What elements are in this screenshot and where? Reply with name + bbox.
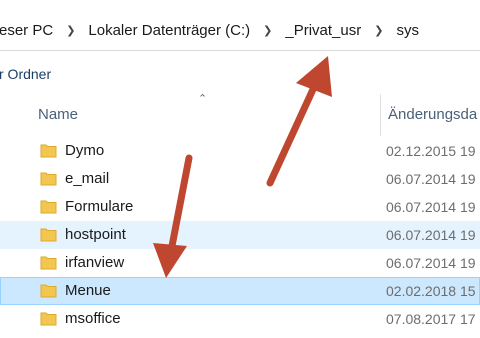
file-date: 06.07.2014 19 [386,199,476,215]
file-date: 06.07.2014 19 [386,255,476,271]
chevron-right-icon[interactable]: ❯ [66,24,75,37]
list-item-menue[interactable]: Menue 02.02.2018 15 [0,277,480,305]
chevron-right-icon[interactable]: ❯ [374,24,383,37]
folder-icon [40,172,57,186]
breadcrumb-this-pc[interactable]: eser PC [0,22,55,39]
breadcrumb-local-disk[interactable]: Lokaler Datenträger (C:) [86,22,252,39]
column-header-name[interactable]: Name [38,106,78,123]
file-date: 02.02.2018 15 [386,283,476,299]
breadcrumb-privat-usr[interactable]: _Privat_usr [283,22,363,39]
list-item-msoffice[interactable]: msoffice 07.08.2017 17 [0,305,480,333]
file-name: e_mail [65,170,110,187]
file-name: Formulare [65,198,134,215]
file-date: 02.12.2015 19 [386,143,476,159]
file-name: msoffice [65,310,121,327]
file-name: Dymo [65,142,105,159]
file-name: irfanview [65,254,125,271]
column-divider[interactable] [380,94,381,136]
folder-icon [40,256,57,270]
folder-icon [40,144,57,158]
chevron-right-icon[interactable]: ❯ [263,24,272,37]
list-item-hostpoint[interactable]: hostpoint 06.07.2014 19 [0,221,480,249]
folder-icon [40,312,57,326]
list-item-e-mail[interactable]: e_mail 06.07.2014 19 [0,165,480,193]
folder-icon [40,284,57,298]
list-item-formulare[interactable]: Formulare 06.07.2014 19 [0,193,480,221]
list-item-irfanview[interactable]: irfanview 06.07.2014 19 [0,249,480,277]
folder-icon [40,200,57,214]
column-header-date[interactable]: Änderungsda [388,106,477,123]
list-item-dymo[interactable]: Dymo 02.12.2015 19 [0,137,480,165]
column-headers: Name ⌃ Änderungsda [0,93,480,136]
file-list: Dymo 02.12.2015 19 e_mail 06.07.2014 19 … [0,137,480,333]
toolbar: r Ordner [0,61,480,86]
file-name: hostpoint [65,226,126,243]
file-date: 06.07.2014 19 [386,227,476,243]
address-bar[interactable]: eser PC ❯ Lokaler Datenträger (C:) ❯ _Pr… [0,10,480,51]
file-date: 06.07.2014 19 [386,171,476,187]
sort-ascending-icon: ⌃ [198,93,208,105]
breadcrumb-sys[interactable]: sys [394,22,421,39]
file-name: Menue [65,282,111,299]
folder-icon [40,228,57,242]
new-folder-button[interactable]: r Ordner [0,66,51,82]
file-date: 07.08.2017 17 [386,311,476,327]
